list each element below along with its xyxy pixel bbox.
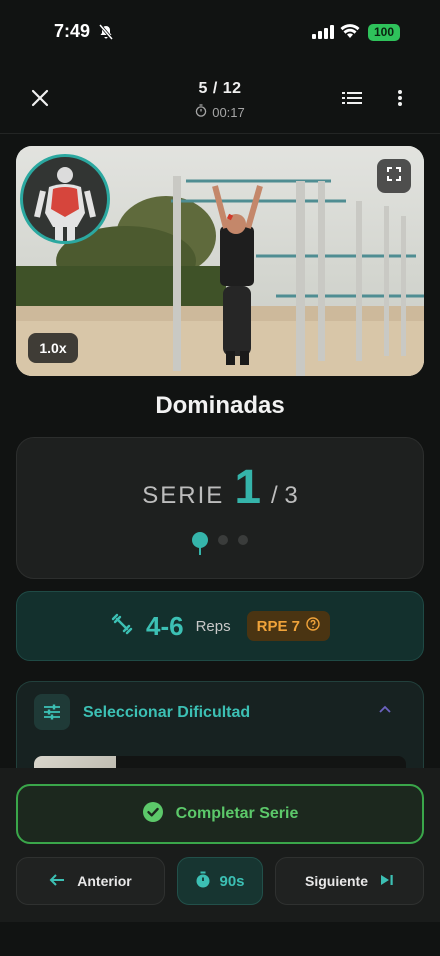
battery-indicator: 100 — [368, 24, 400, 41]
timer-icon — [195, 871, 211, 892]
more-vertical-icon — [397, 89, 403, 112]
reps-card: 4-6 Reps RPE 7 — [16, 591, 424, 661]
serie-total: / 3 — [271, 482, 298, 509]
status-bar: 7:49 100 — [0, 0, 440, 64]
rest-timer-value: 90s — [219, 872, 245, 890]
exercise-progress: 5 / 12 — [198, 80, 242, 97]
complete-set-label: Completar Serie — [175, 805, 299, 822]
serie-dot-3 — [238, 535, 248, 545]
wifi-icon — [340, 23, 360, 44]
more-options-button[interactable] — [382, 82, 418, 118]
rpe-badge[interactable]: RPE 7 — [246, 611, 330, 641]
playback-speed-button[interactable]: 1.0x — [28, 333, 78, 363]
serie-dot-1 — [192, 532, 208, 555]
elapsed-time: 00:17 — [0, 104, 440, 120]
arrow-left-icon — [49, 873, 65, 890]
serie-current: 1 — [234, 461, 262, 514]
home-indicator-area — [0, 922, 440, 956]
signal-icon — [312, 25, 334, 44]
elapsed-time-value: 00:17 — [212, 104, 245, 120]
fullscreen-button[interactable] — [377, 159, 411, 193]
help-circle-icon — [306, 617, 320, 635]
serie-dots — [17, 532, 423, 555]
serie-counter: SERIE 1 / 3 — [17, 460, 423, 515]
previous-button[interactable]: Anterior — [16, 857, 165, 905]
check-circle-icon — [142, 801, 164, 828]
dumbbell-icon — [110, 612, 134, 641]
bell-off-icon — [98, 24, 114, 45]
stopwatch-icon — [195, 104, 207, 120]
exercise-list-button[interactable] — [334, 82, 370, 118]
workout-header: 5 / 12 00:17 — [0, 64, 440, 134]
muscle-map-thumbnail[interactable] — [20, 154, 110, 244]
serie-card: SERIE 1 / 3 — [16, 437, 424, 579]
serie-label: SERIE — [142, 482, 225, 509]
reps-label: Reps — [195, 617, 231, 635]
reps-range: 4-6 — [146, 610, 184, 641]
rest-timer-button[interactable]: 90s — [177, 857, 263, 905]
skip-next-icon — [380, 873, 394, 889]
rpe-value: RPE 7 — [256, 617, 300, 635]
next-label: Siguiente — [304, 873, 368, 889]
next-button[interactable]: Siguiente — [275, 857, 424, 905]
serie-dot-2 — [218, 535, 228, 545]
status-time: 7:49 — [54, 21, 91, 41]
previous-label: Anterior — [77, 873, 132, 889]
fullscreen-icon — [387, 166, 401, 186]
list-icon — [342, 90, 362, 111]
back-muscles-icon — [34, 167, 96, 241]
sliders-icon — [34, 694, 70, 730]
exercise-title: Dominadas — [155, 392, 285, 419]
difficulty-label: Seleccionar Dificultad — [83, 704, 251, 721]
chevron-up-icon — [377, 702, 393, 723]
complete-set-button[interactable]: Completar Serie — [16, 784, 424, 844]
